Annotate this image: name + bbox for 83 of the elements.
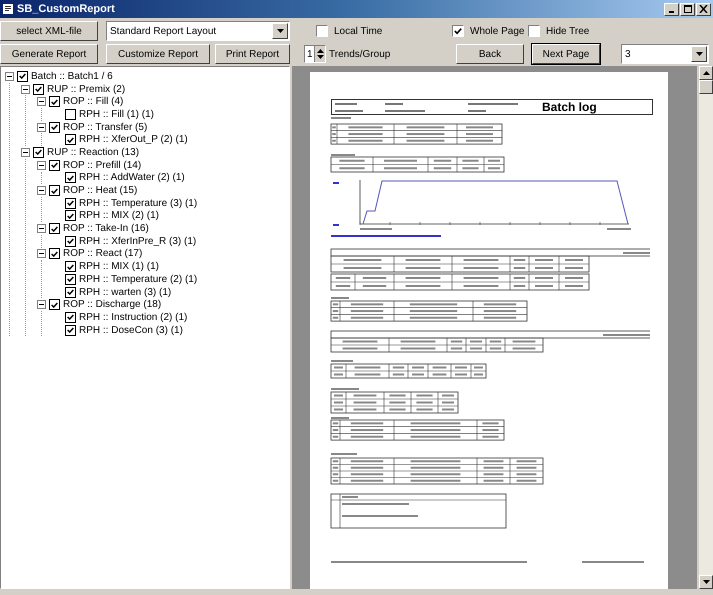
close-button[interactable] (696, 2, 711, 16)
checkbox[interactable] (65, 236, 76, 247)
tree-item[interactable]: RPH :: AddWater (2) (1) (79, 172, 185, 184)
checkbox[interactable] (65, 108, 76, 120)
checkbox[interactable] (65, 274, 76, 285)
print-report-button[interactable]: Print Report (215, 44, 290, 64)
next-page-button[interactable]: Next Page (532, 44, 600, 64)
tree-item[interactable]: RPH :: warten (3) (1) (79, 286, 172, 298)
tree-item[interactable]: RPH :: DoseCon (3) (1) (79, 324, 183, 336)
tree-item[interactable]: RPH :: Temperature (2) (1) (79, 274, 198, 285)
checkbox[interactable] (49, 185, 60, 196)
document-icon (2, 3, 14, 15)
checkbox-label: Whole Page (470, 26, 524, 36)
tree-item[interactable]: RPH :: XferInPre_R (3) (1) (79, 236, 196, 247)
tree-item[interactable]: RPH :: Instruction (2) (1) (79, 312, 188, 323)
spinner-label: Trends/Group (329, 48, 392, 60)
maximize-button[interactable] (680, 2, 695, 16)
collapse-icon[interactable] (5, 72, 14, 81)
checkbox-label: Local Time (334, 26, 382, 36)
checkbox[interactable] (65, 198, 76, 209)
tree-item[interactable]: RPH :: MIX (2) (1) (79, 210, 160, 222)
collapse-icon[interactable] (37, 97, 46, 106)
scroll-down-button[interactable] (699, 575, 713, 589)
tree-item[interactable]: RPH :: Fill (1) (1) (79, 108, 154, 120)
checkbox[interactable] (316, 25, 328, 37)
checkbox[interactable] (452, 25, 464, 37)
down-arrow-icon (702, 580, 710, 584)
checkbox[interactable] (65, 312, 76, 323)
checkbox[interactable] (49, 122, 60, 133)
scroll-thumb[interactable] (699, 80, 713, 94)
checkbox[interactable] (49, 248, 60, 260)
tree-item[interactable]: ROP :: Fill (4) (63, 96, 124, 108)
checkbox-label: Hide Tree (546, 26, 590, 36)
scrollbar[interactable] (699, 66, 713, 589)
customize-report-button[interactable]: Customize Report (106, 44, 210, 64)
tree-item[interactable]: RUP :: Reaction (13) (47, 146, 140, 158)
checkbox[interactable] (49, 160, 60, 171)
checkbox[interactable] (17, 70, 28, 82)
tree-item[interactable]: RUP :: Premix (2) (47, 84, 126, 95)
collapse-icon[interactable] (21, 148, 30, 157)
scroll-up-button[interactable] (699, 66, 713, 80)
close-icon (699, 5, 708, 13)
layout-select[interactable]: Standard Report Layout (106, 21, 290, 41)
tree-item[interactable]: ROP :: Transfer (5) (63, 122, 148, 133)
checkbox[interactable] (65, 286, 76, 298)
report-title: Batch log (542, 100, 597, 114)
tree-item[interactable]: RPH :: MIX (1) (1) (79, 261, 160, 272)
number-spinner[interactable]: 1 (304, 45, 326, 63)
collapse-icon[interactable] (37, 249, 46, 258)
generate-report-button[interactable]: Generate Report (0, 44, 98, 64)
checkbox[interactable] (33, 84, 44, 95)
tree-item[interactable]: ROP :: Prefill (14) (63, 160, 142, 171)
up-arrow-icon (702, 71, 710, 75)
tree-item[interactable]: ROP :: React (17) (63, 248, 142, 260)
collapse-icon[interactable] (37, 160, 46, 170)
collapse-icon[interactable] (21, 84, 30, 94)
window-title: SB_CustomReport (17, 3, 116, 15)
collapse-icon[interactable] (37, 122, 46, 132)
checkbox[interactable] (49, 96, 60, 108)
tree-item[interactable]: ROP :: Heat (15) (63, 185, 138, 196)
checkbox[interactable] (65, 261, 76, 272)
checkbox[interactable] (49, 299, 60, 310)
collapse-icon[interactable] (37, 186, 46, 196)
checkbox[interactable] (65, 210, 76, 222)
checkbox[interactable] (528, 25, 540, 37)
minimize-button[interactable] (664, 2, 679, 16)
back-button[interactable]: Back (456, 44, 524, 64)
checkbox[interactable] (33, 146, 44, 158)
tree-item[interactable]: RPH :: Temperature (3) (1) (79, 198, 198, 209)
page-select[interactable]: 3 (621, 44, 709, 64)
tree-item[interactable]: ROP :: Discharge (18) (63, 299, 162, 310)
tree-item[interactable]: RPH :: XferOut_P (2) (1) (79, 134, 188, 146)
tree-item[interactable]: Batch :: Batch1 / 6 (31, 70, 113, 82)
tree-item[interactable]: ROP :: Take-In (16) (63, 223, 149, 234)
collapse-icon[interactable] (37, 300, 46, 310)
collapse-icon[interactable] (37, 224, 46, 234)
checkbox[interactable] (65, 172, 76, 184)
maximize-icon (683, 5, 692, 13)
checkbox[interactable] (65, 134, 76, 146)
checkbox[interactable] (49, 223, 60, 234)
select-xml-button[interactable]: select XML-file (0, 21, 98, 41)
spinner-arrows-icon[interactable] (316, 48, 324, 60)
checkbox[interactable] (65, 324, 76, 336)
